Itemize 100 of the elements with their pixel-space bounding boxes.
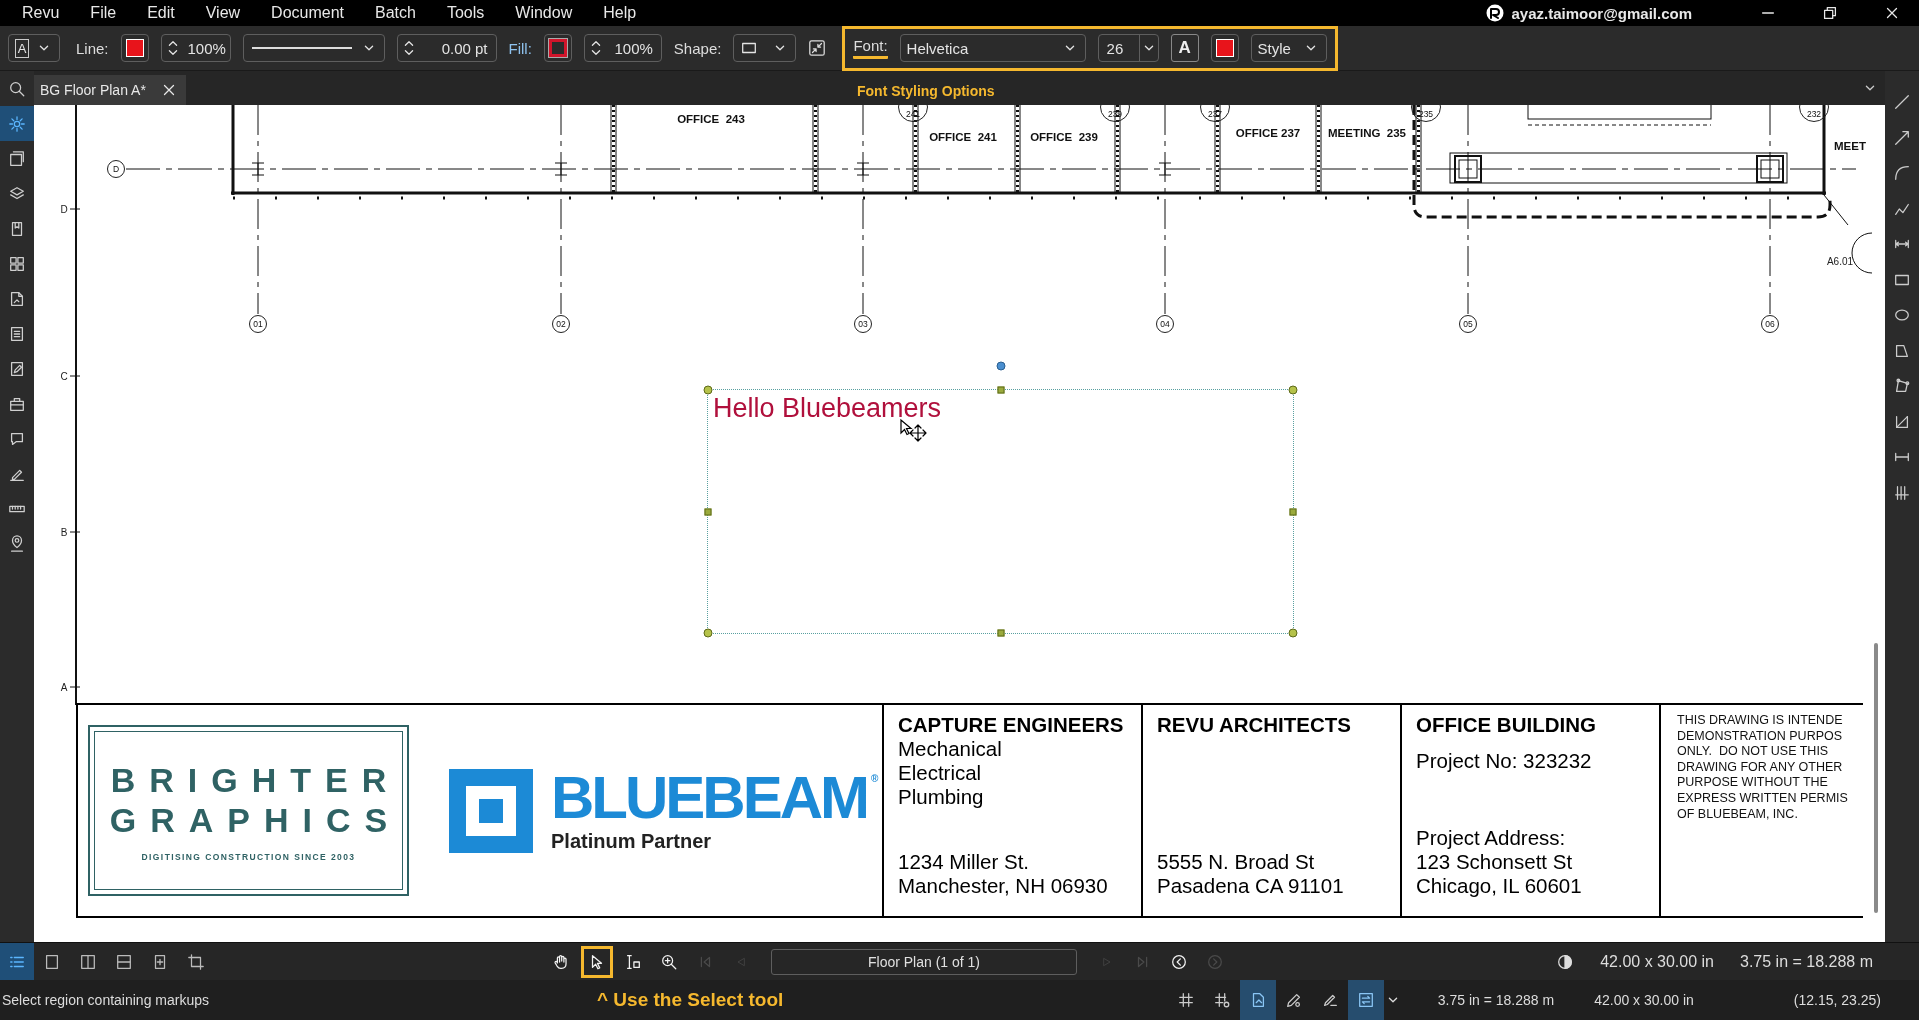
rotate-handle[interactable] <box>996 361 1005 371</box>
address-line: 1234 Miller St. <box>898 850 1031 874</box>
cursor-coordinates: (12.15, 23.25) <box>1793 992 1881 1008</box>
square-logo-icon <box>449 768 533 853</box>
font-label: Font: <box>853 37 888 59</box>
block-text: Plumbing <box>898 785 985 809</box>
detail-reference: A6.01 <box>1826 255 1854 267</box>
line-label: Line: <box>76 39 109 57</box>
fill-opacity-field[interactable]: 100% <box>583 34 662 62</box>
menu-item[interactable]: Help <box>603 4 637 22</box>
grid-icon <box>1176 991 1195 1009</box>
markup-type-dropdown[interactable]: A <box>8 34 60 62</box>
row-label: D <box>60 203 68 215</box>
search-icon <box>8 79 26 98</box>
room-label: OFFICE 243 <box>677 113 745 125</box>
grid-icon <box>8 254 26 273</box>
resize-handle[interactable] <box>1288 385 1298 395</box>
snap-content-toggle[interactable] <box>1239 980 1276 1020</box>
resize-handle[interactable] <box>703 385 713 395</box>
arrow-icon[interactable] <box>1893 128 1911 147</box>
ellipse-icon[interactable] <box>1893 306 1911 324</box>
sync-toggle[interactable] <box>1347 980 1384 1020</box>
line-opacity-field[interactable]: 100% <box>160 34 231 62</box>
page-icon <box>43 952 61 971</box>
restore-icon[interactable] <box>1821 4 1839 22</box>
arc-icon[interactable] <box>1893 164 1911 182</box>
zoom-icon <box>660 952 678 971</box>
address-line: Manchester, NH 06930 <box>898 874 1109 898</box>
block-title: REVU ARCHITECTS <box>1157 713 1352 737</box>
logo-text: GRAPHICS <box>109 799 402 840</box>
grid-bubble: 04 <box>1156 315 1174 333</box>
text-select-icon <box>624 952 642 971</box>
area-icon[interactable] <box>1893 377 1911 395</box>
room-label: OFFICE 237 <box>1235 127 1301 139</box>
room-label: MEET <box>1834 140 1866 152</box>
page-field[interactable]: Floor Plan (1 of 1) <box>771 948 1077 975</box>
resize-handle[interactable] <box>997 629 1004 637</box>
account-email[interactable]: ayaz.taimoor@gmail.com <box>1511 4 1692 22</box>
scale-value: 3.75 in = 18.288 m <box>1740 952 1873 971</box>
fill-label: Fill: <box>508 39 532 57</box>
scale-value: 3.75 in = 18.288 m <box>1437 992 1555 1008</box>
menu-item[interactable]: Edit <box>147 4 175 22</box>
line-style-dropdown[interactable] <box>242 34 385 62</box>
grid-bubble: 02 <box>552 315 570 333</box>
count-icon[interactable] <box>1893 483 1911 502</box>
form-icon <box>8 359 26 378</box>
partner-level: Platinum Partner <box>551 830 713 853</box>
block-title: CAPTURE ENGINEERS <box>898 713 1125 737</box>
font-size-dropdown[interactable]: 26 <box>1097 34 1159 62</box>
text-color-swatch[interactable] <box>1210 34 1239 62</box>
select-tool-button[interactable] <box>581 945 613 978</box>
menu-item[interactable]: Window <box>515 4 573 22</box>
split-horizontal-icon <box>115 952 133 971</box>
style-dropdown[interactable]: Style <box>1250 34 1327 62</box>
fill-color-swatch[interactable] <box>543 34 572 62</box>
snap-markup-icon <box>1284 991 1303 1009</box>
row-label: B <box>60 526 68 538</box>
status-message: Select region containing markups <box>1 992 210 1008</box>
logo-text: BRIGHTER <box>110 759 401 800</box>
resize-handle[interactable] <box>1289 508 1297 515</box>
resize-handle[interactable] <box>997 386 1004 394</box>
line-width-field[interactable]: 0.00 pt <box>396 34 497 62</box>
document-icon <box>8 289 26 308</box>
scrollbar[interactable] <box>1874 643 1878 913</box>
menu-item[interactable]: Revu <box>22 4 60 22</box>
font-dropdown[interactable]: Helvetica <box>899 34 1086 62</box>
grid-bubble: 03 <box>854 315 872 333</box>
menu-item[interactable]: Document <box>271 4 345 22</box>
contrast-icon[interactable] <box>1556 952 1575 971</box>
address-line: 5555 N. Broad St <box>1157 850 1316 874</box>
gear-icon <box>8 114 26 133</box>
document-tab[interactable]: BG Floor Plan A* <box>34 75 186 105</box>
resize-handle[interactable] <box>1288 628 1298 638</box>
logo-icon <box>1485 3 1506 23</box>
grid-bubble: 06 <box>1761 315 1779 333</box>
menu-item[interactable]: Tools <box>446 4 485 22</box>
address-line: Pasadena CA 91101 <box>1157 874 1345 898</box>
menu-item[interactable]: View <box>205 4 241 22</box>
line-color-swatch[interactable] <box>120 34 149 62</box>
resize-handle[interactable] <box>703 628 713 638</box>
block-title: OFFICE BUILDING <box>1416 713 1597 737</box>
grid-bubble: 05 <box>1459 315 1477 333</box>
text-autosize-button[interactable]: A <box>1170 34 1199 62</box>
resize-handle[interactable] <box>704 508 712 515</box>
back-icon[interactable] <box>1170 952 1188 971</box>
snap-grid-icon <box>1212 991 1231 1009</box>
text-box-text: Hello Bluebeamers <box>713 393 942 424</box>
list-icon <box>8 324 26 343</box>
split-vertical-icon <box>79 952 97 971</box>
row-label: A <box>60 681 68 693</box>
menu-item[interactable]: Batch <box>375 4 416 22</box>
line-sample-icon <box>249 45 354 51</box>
move-cursor-icon <box>908 423 928 443</box>
collapse-icon[interactable] <box>808 39 827 57</box>
menu-item[interactable]: File <box>90 4 117 22</box>
grid-bubble: D <box>107 160 125 178</box>
map-pin-icon <box>8 534 26 553</box>
line-icon[interactable] <box>1893 93 1911 111</box>
logo-tagline: DIGITISING CONSTRUCTION SINCE 2003 <box>141 851 356 862</box>
shape-dropdown[interactable] <box>733 34 797 62</box>
